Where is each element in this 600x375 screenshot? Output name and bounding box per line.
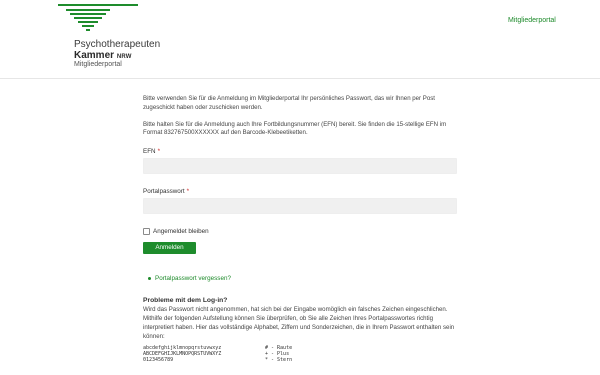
site-header: Psychotherapeuten Kammer NRW Mitgliederp… xyxy=(0,0,600,79)
required-mark: * xyxy=(186,188,190,196)
password-label: Portalpasswort * xyxy=(143,188,459,195)
brand-kammer: Kammer xyxy=(74,49,115,61)
brand-name: Psychotherapeuten Kammer NRW Mitgliederp… xyxy=(74,39,160,68)
forgot-password-item[interactable]: Portalpasswort vergessen? xyxy=(148,275,459,282)
efn-label: EFN * xyxy=(143,148,459,155)
login-section: Bitte verwenden Sie für die Anmeldung im… xyxy=(143,95,459,363)
intro-text-password: Bitte verwenden Sie für die Anmeldung im… xyxy=(143,95,435,111)
password-field[interactable] xyxy=(143,198,457,215)
charset-symbol: * - Stern xyxy=(265,357,293,364)
remember-me-label: Angemeldet bleiben xyxy=(153,228,209,236)
problems-text: Wird das Passwort nicht angenommen, hat … xyxy=(143,306,455,340)
character-set-list: abcdefghijklmnopqrstuvwxyz # - Raute ABC… xyxy=(143,345,459,364)
efn-label-text: EFN xyxy=(143,148,156,156)
chamber-logo-icon xyxy=(58,4,138,31)
remember-me-option[interactable]: Angemeldet bleiben xyxy=(143,228,459,236)
brand-line-3: Mitgliederportal xyxy=(74,61,122,68)
nav-link-mitgliederportal[interactable]: Mitgliederportal xyxy=(508,17,556,24)
brand-nrw: NRW xyxy=(116,53,132,60)
forgot-password-link[interactable]: Portalpasswort vergessen? xyxy=(155,275,231,282)
password-label-text: Portalpasswort xyxy=(143,188,185,196)
efn-field[interactable] xyxy=(143,158,457,175)
remember-me-checkbox[interactable] xyxy=(143,228,150,236)
brand-line-2: Kammer NRW xyxy=(74,49,160,62)
required-mark: * xyxy=(157,148,161,156)
list-item: 0123456789 * - Stern xyxy=(143,357,459,363)
charset-chars: 0123456789 xyxy=(143,357,174,364)
intro-text-efn: Bitte halten Sie für die Anmeldung auch … xyxy=(143,120,447,137)
problems-heading: Probleme mit dem Log-in? xyxy=(143,297,228,305)
login-button[interactable]: Anmelden xyxy=(143,242,196,255)
bullet-icon xyxy=(148,277,151,281)
